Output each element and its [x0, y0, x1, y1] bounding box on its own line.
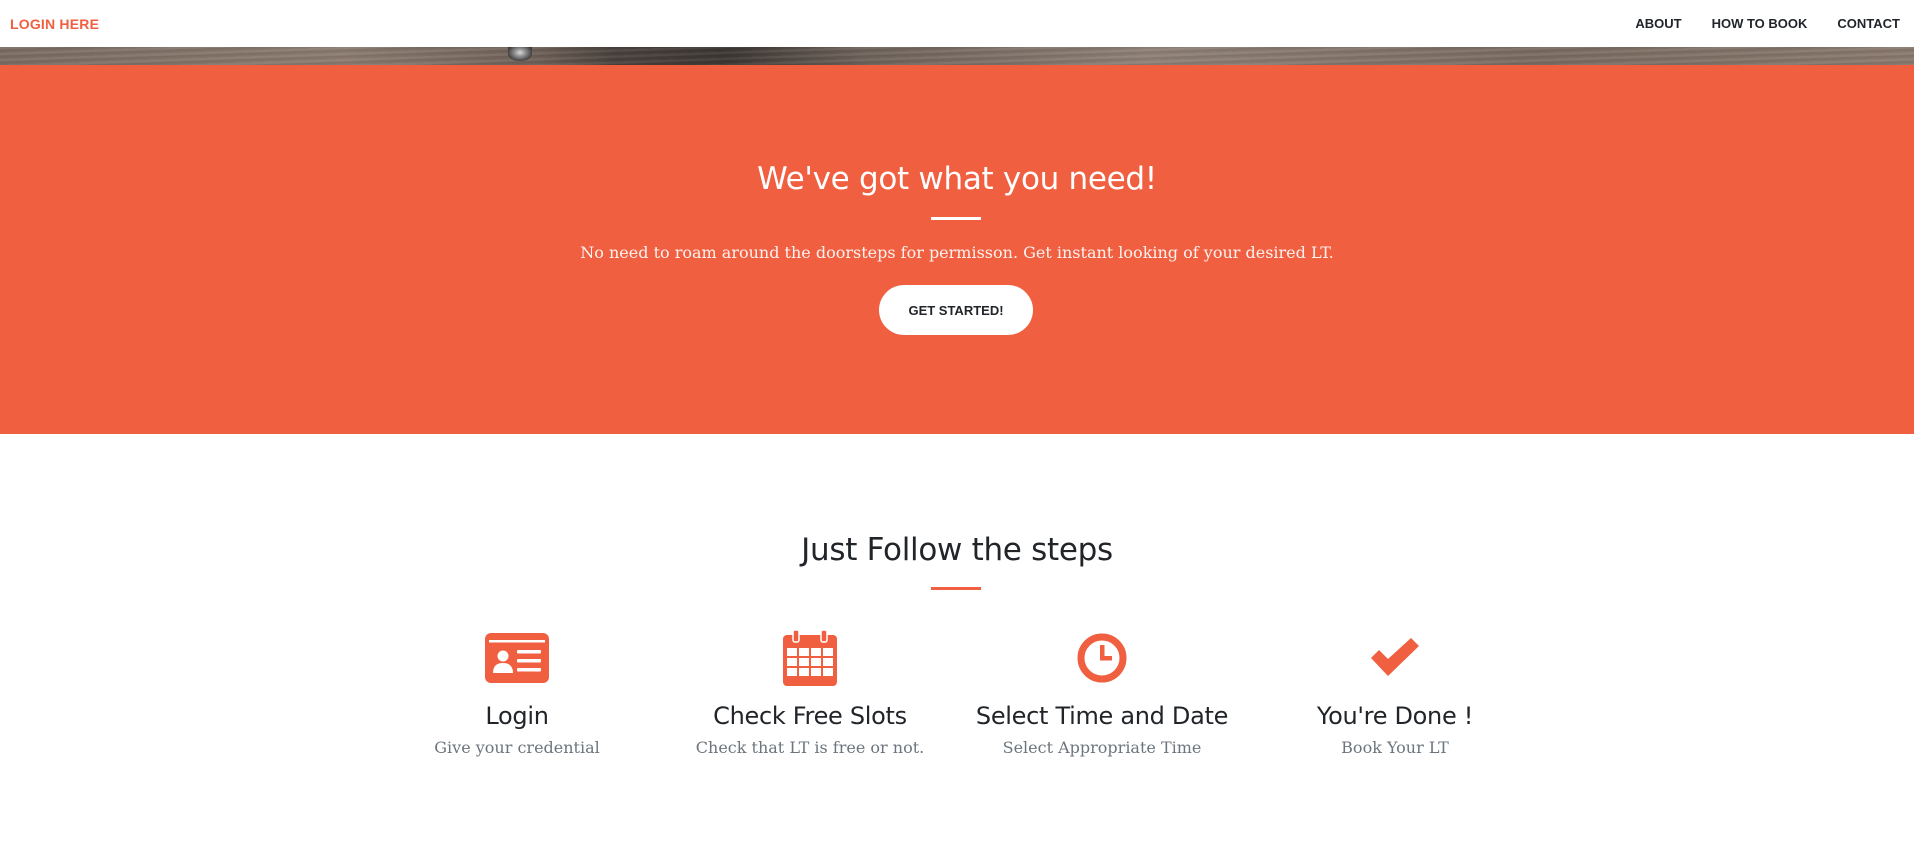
services-divider	[931, 587, 981, 590]
login-here-link[interactable]: LOGIN HERE	[10, 16, 99, 32]
checkmark-icon	[1363, 630, 1427, 686]
id-card-icon	[485, 630, 549, 686]
step-description: Check that LT is free or not.	[695, 738, 925, 757]
nav-links: ABOUT HOW TO BOOK CONTACT	[1620, 16, 1904, 31]
get-started-button[interactable]: GET STARTED!	[879, 285, 1033, 335]
step-check-free-slots: Check Free Slots Check that LT is free o…	[664, 630, 956, 757]
step-description: Give your credential	[434, 738, 600, 757]
step-heading: Select Time and Date	[975, 702, 1229, 730]
top-navbar: LOGIN HERE ABOUT HOW TO BOOK CONTACT	[0, 0, 1914, 47]
about-section: We've got what you need! No need to roam…	[0, 65, 1914, 434]
clock-icon	[1070, 630, 1134, 686]
step-heading: You're Done !	[1316, 702, 1474, 730]
hero-background-image	[0, 47, 1914, 65]
nav-link-contact[interactable]: CONTACT	[1822, 16, 1904, 31]
step-heading: Check Free Slots	[713, 702, 907, 730]
services-title: Just Follow the steps	[801, 532, 1113, 568]
step-youre-done: You're Done ! Book Your LT	[1249, 630, 1541, 757]
about-divider	[931, 217, 981, 220]
calendar-icon	[778, 630, 842, 686]
about-text: No need to roam around the doorsteps for…	[580, 243, 1334, 262]
step-login: Login Give your credential	[371, 630, 663, 757]
about-title: We've got what you need!	[757, 161, 1157, 197]
step-description: Select Appropriate Time	[1002, 738, 1202, 757]
step-heading: Login	[485, 702, 549, 730]
hero-image-detail	[508, 47, 532, 61]
nav-link-about[interactable]: ABOUT	[1620, 16, 1696, 31]
step-description: Book Your LT	[1341, 738, 1449, 757]
nav-link-how-to-book[interactable]: HOW TO BOOK	[1697, 16, 1823, 31]
step-select-time-and-date: Select Time and Date Select Appropriate …	[956, 630, 1248, 757]
